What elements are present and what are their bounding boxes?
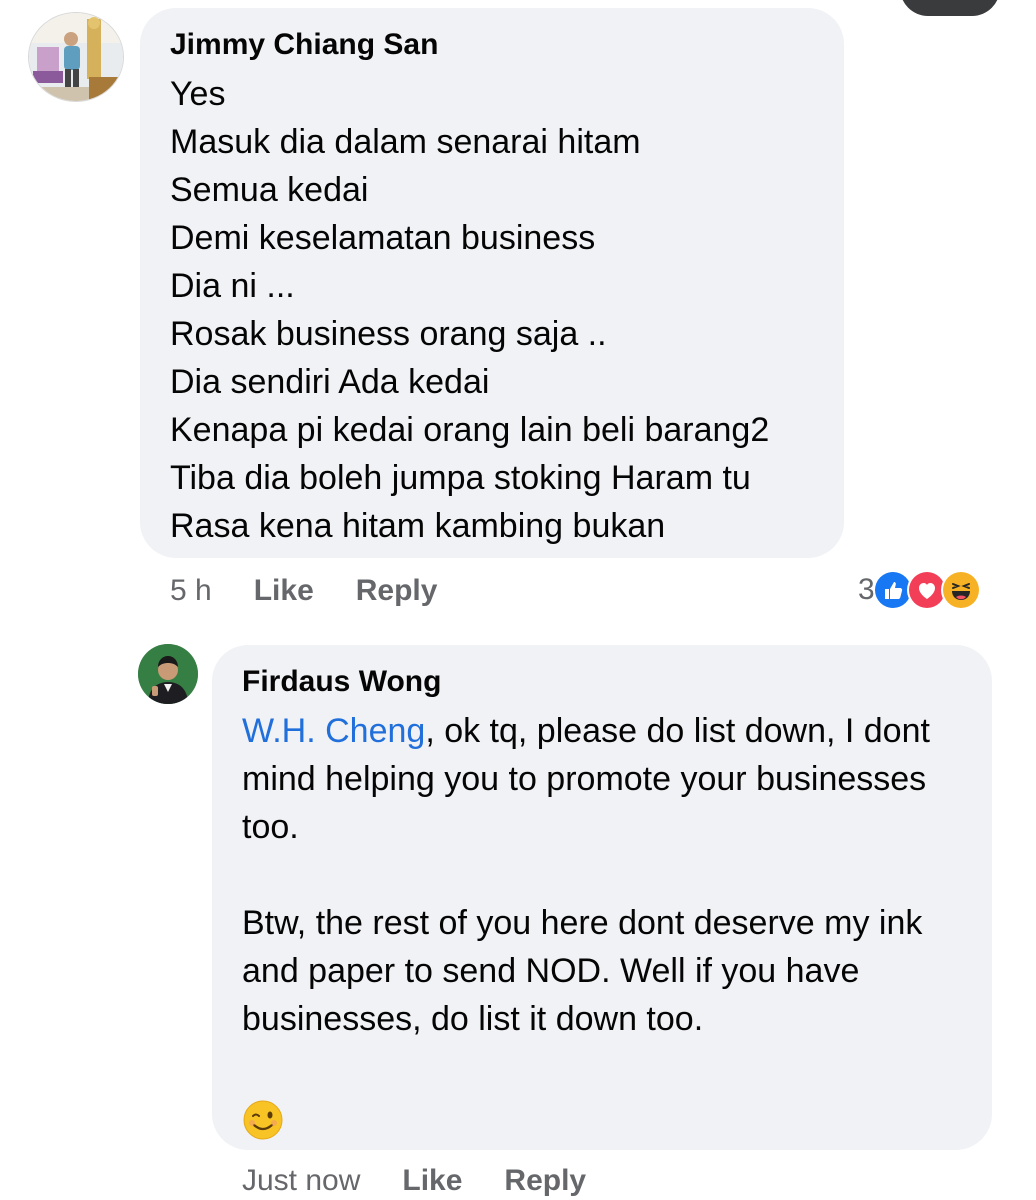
reply-bubble: Firdaus Wong W.H. Cheng, ok tq, please d… [212,645,992,1150]
like-button[interactable]: Like [402,1164,462,1198]
comment-timestamp[interactable]: 5 h [170,574,212,608]
comment-paragraph: W.H. Cheng, ok tq, please do list down, … [242,707,968,851]
reactions-summary[interactable]: 3 [858,570,981,610]
haha-icon [940,570,981,610]
comment-line: Demi keselamatan business [170,219,596,257]
comment-bubble: Jimmy Chiang San Yes Masuk dia dalam sen… [140,8,844,558]
comment-actions: Just now Like Reply [242,1164,628,1198]
comment-line: Rasa kena hitam kambing bukan [170,507,666,545]
reply-button[interactable]: Reply [356,574,438,608]
comment-line: Dia sendiri Ada kedai [170,363,490,401]
reply-button[interactable]: Reply [504,1164,586,1198]
comment-text: W.H. Cheng, ok tq, please do list down, … [242,707,968,1154]
comment-line: Dia ni ... [170,267,295,305]
comment-line: Yes [170,75,226,113]
comment-line: Kenapa pi kedai orang lain beli barang2 [170,411,770,449]
comment-line: Tiba dia boleh jumpa stoking Haram tu [170,459,751,497]
mention-link[interactable]: W.H. Cheng [242,712,425,750]
avatar-jimmy[interactable] [28,12,124,102]
comment-text: Yes Masuk dia dalam senarai hitam Semua … [170,70,820,550]
comment-paragraph: Btw, the rest of you here dont deserve m… [242,904,923,1038]
comment-timestamp[interactable]: Just now [242,1164,360,1198]
avatar-firdaus[interactable] [138,644,198,704]
comment-line: Masuk dia dalam senarai hitam [170,123,641,161]
comment-line: Rosak business orang saja .. [170,315,607,353]
comment-actions: 5 h Like Reply [170,574,479,608]
comment-line: Semua kedai [170,171,369,209]
like-button[interactable]: Like [254,574,314,608]
comment-author[interactable]: Jimmy Chiang San [170,28,820,62]
comment-author[interactable]: Firdaus Wong [242,665,968,699]
header-pill [900,0,1000,16]
winking-face-icon [242,1099,284,1141]
